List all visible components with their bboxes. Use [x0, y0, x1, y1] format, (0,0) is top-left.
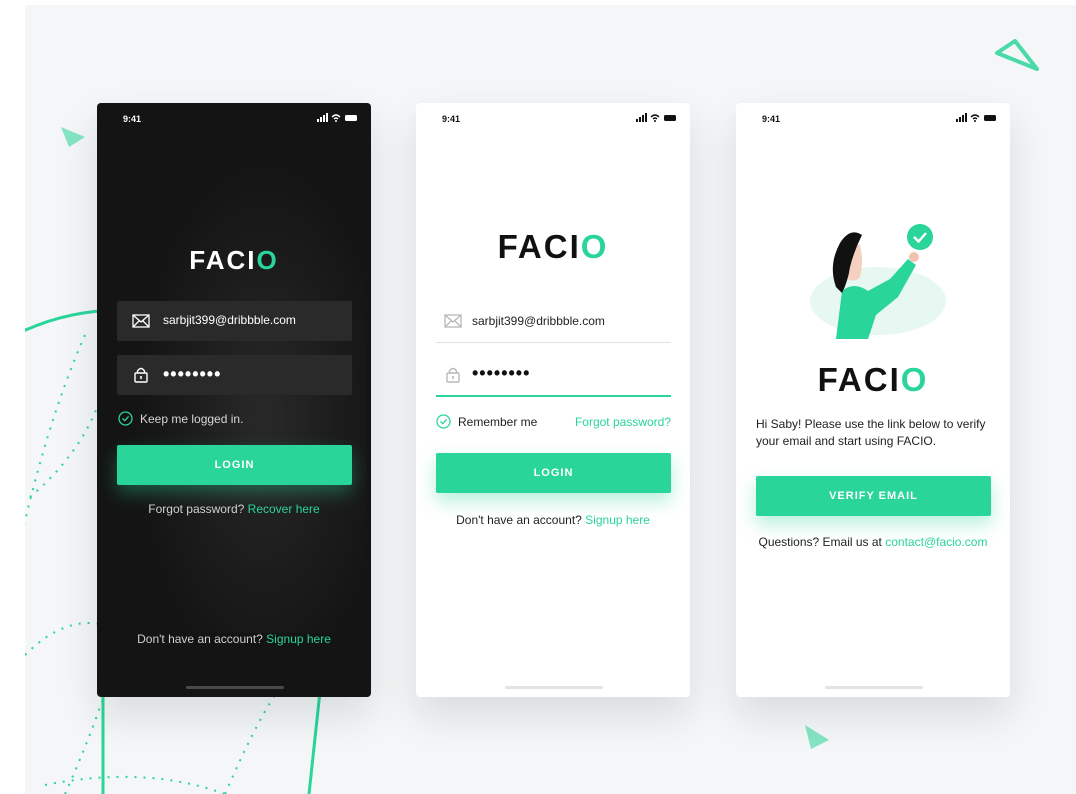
app-logo: FACIO	[497, 228, 609, 265]
background-portrait	[137, 163, 367, 633]
mail-icon	[444, 314, 462, 328]
password-value: ••••••••	[163, 364, 222, 384]
forgot-password-text: Forgot password?	[148, 502, 245, 516]
password-field[interactable]: ••••••••	[117, 355, 352, 395]
forgot-password-link[interactable]: Forgot password?	[575, 415, 671, 429]
home-indicator	[186, 686, 284, 689]
status-bar: 9:41	[416, 103, 690, 135]
login-button[interactable]: LOGIN	[436, 453, 671, 493]
status-icons	[636, 113, 676, 122]
verification-message: Hi Saby! Please use the link below to ve…	[756, 417, 986, 448]
password-field[interactable]: ••••••••	[436, 357, 671, 397]
lock-icon	[446, 367, 460, 383]
woman-verified-illustration	[810, 224, 946, 339]
home-indicator	[505, 686, 603, 689]
remember-me-label: Remember me	[458, 414, 538, 429]
signup-row: Don't have an account? Signup here	[97, 632, 371, 646]
signup-here-link[interactable]: Signup here	[266, 632, 331, 646]
checkmark-circle-icon	[118, 411, 133, 426]
email-underline	[436, 342, 671, 343]
recover-here-link[interactable]: Recover here	[248, 502, 320, 516]
status-bar: 9:41	[736, 103, 1010, 135]
showcase-canvas: 9:41 FACIO sarbjit399@dribbble.com •••••…	[25, 5, 1076, 794]
password-underline	[436, 395, 671, 397]
status-time: 9:41	[762, 114, 781, 124]
signup-here-link[interactable]: Signup here	[585, 513, 650, 527]
app-logo: FACIO	[189, 245, 279, 275]
verify-email-button[interactable]: VERIFY EMAIL	[756, 476, 991, 516]
app-logo: FACIO	[817, 361, 929, 398]
login-button[interactable]: LOGIN	[117, 445, 352, 485]
status-icons	[317, 113, 357, 122]
lock-icon	[134, 367, 148, 383]
remember-me-toggle[interactable]: Remember me	[436, 414, 537, 429]
login-screen-light: 9:41 FACIO sarbjit399@dribbble.com •••••…	[416, 103, 690, 697]
checkmark-circle-icon	[436, 414, 451, 429]
status-bar: 9:41	[97, 103, 371, 135]
signup-row: Don't have an account? Signup here	[416, 513, 690, 527]
signup-prompt: Don't have an account?	[137, 632, 263, 646]
status-time: 9:41	[442, 114, 461, 124]
email-field[interactable]: sarbjit399@dribbble.com	[117, 301, 352, 341]
keep-logged-in-label: Keep me logged in.	[140, 411, 244, 426]
email-value: sarbjit399@dribbble.com	[163, 313, 296, 327]
login-screen-dark: 9:41 FACIO sarbjit399@dribbble.com •••••…	[97, 103, 371, 697]
verify-email-screen: 9:41 FACIO Hi Saby! Please use the link …	[736, 103, 1010, 697]
contact-email-link[interactable]: contact@facio.com	[885, 535, 987, 549]
mail-icon	[132, 314, 150, 328]
signup-prompt: Don't have an account?	[456, 513, 582, 527]
questions-row: Questions? Email us at contact@facio.com	[736, 535, 1010, 549]
forgot-password-row: Forgot password? Recover here	[97, 502, 371, 516]
status-icons	[956, 113, 996, 122]
email-value: sarbjit399@dribbble.com	[472, 314, 605, 328]
keep-logged-in-toggle[interactable]: Keep me logged in.	[118, 411, 243, 426]
password-value: ••••••••	[472, 363, 531, 383]
home-indicator	[825, 686, 923, 689]
status-time: 9:41	[123, 114, 142, 124]
questions-prompt: Questions? Email us at	[758, 535, 882, 549]
email-field[interactable]: sarbjit399@dribbble.com	[436, 303, 671, 343]
